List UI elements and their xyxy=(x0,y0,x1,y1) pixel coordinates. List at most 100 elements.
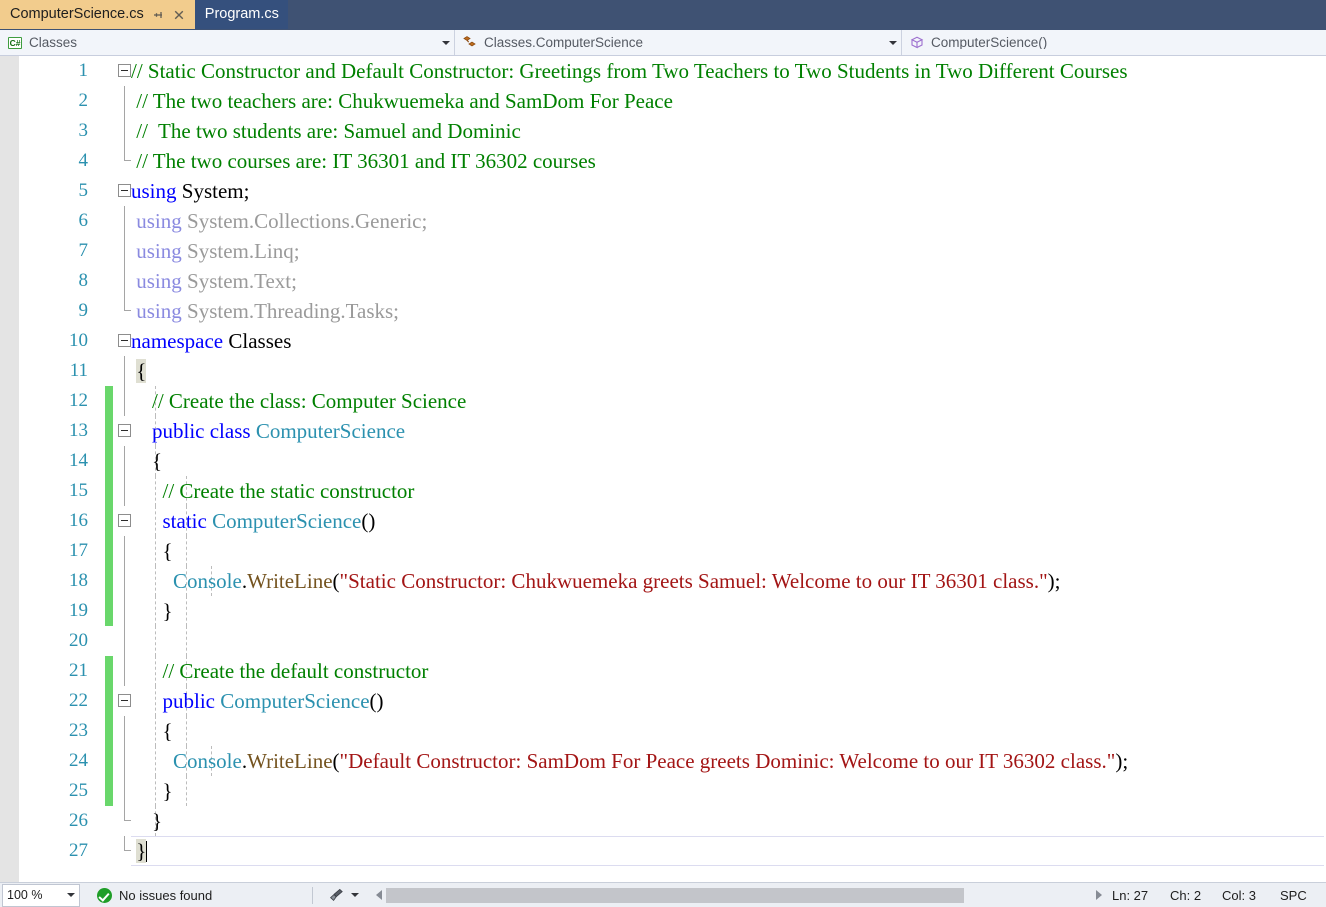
member-dropdown[interactable]: ComputerScience() xyxy=(902,30,1326,55)
outlining-margin[interactable] xyxy=(118,266,131,296)
scrollbar-track[interactable] xyxy=(386,887,1091,903)
code-line[interactable]: 22 public ComputerScience() xyxy=(0,686,1326,716)
outlining-margin[interactable] xyxy=(118,356,131,386)
code-text[interactable]: using System.Collections.Generic; xyxy=(131,206,1326,236)
code-line[interactable]: 13 public class ComputerScience xyxy=(0,416,1326,446)
outlining-margin[interactable] xyxy=(118,566,131,596)
code-cleanup-button[interactable] xyxy=(327,887,359,903)
code-text[interactable]: // Static Constructor and Default Constr… xyxy=(131,56,1326,86)
code-text[interactable]: using System.Linq; xyxy=(131,236,1326,266)
project-dropdown[interactable]: C# Classes xyxy=(0,30,455,55)
code-line[interactable]: 24 Console.WriteLine("Default Constructo… xyxy=(0,746,1326,776)
code-text[interactable]: // The two students are: Samuel and Domi… xyxy=(131,116,1326,146)
code-line[interactable]: 6 using System.Collections.Generic; xyxy=(0,206,1326,236)
code-text[interactable]: using System.Text; xyxy=(131,266,1326,296)
collapse-toggle-icon[interactable] xyxy=(118,694,131,707)
code-text[interactable]: // Create the static constructor xyxy=(131,476,1326,506)
chevron-down-icon[interactable] xyxy=(67,893,75,897)
code-text[interactable]: // The two courses are: IT 36301 and IT … xyxy=(131,146,1326,176)
code-text[interactable]: static ComputerScience() xyxy=(131,506,1326,536)
outlining-margin[interactable] xyxy=(118,596,131,626)
code-text[interactable]: { xyxy=(131,446,1326,476)
code-text[interactable]: } xyxy=(131,596,1326,626)
code-line[interactable]: 11 { xyxy=(0,356,1326,386)
code-line[interactable]: 16 static ComputerScience() xyxy=(0,506,1326,536)
pin-icon[interactable] xyxy=(151,8,165,22)
outlining-margin[interactable] xyxy=(118,806,131,836)
outlining-margin[interactable] xyxy=(118,536,131,566)
code-line[interactable]: 17 { xyxy=(0,536,1326,566)
tab-computerscience-cs[interactable]: ComputerScience.cs xyxy=(0,0,195,29)
code-line[interactable]: 23 { xyxy=(0,716,1326,746)
scrollbar-thumb[interactable] xyxy=(386,887,965,903)
code-editor[interactable]: 1 // Static Constructor and Default Const… xyxy=(0,56,1326,882)
code-text[interactable]: } xyxy=(131,806,1326,836)
code-line[interactable]: 1 // Static Constructor and Default Const… xyxy=(0,56,1326,86)
collapse-toggle-icon[interactable] xyxy=(118,514,131,527)
outlining-margin[interactable] xyxy=(118,236,131,266)
code-line[interactable]: 8 using System.Text; xyxy=(0,266,1326,296)
code-text[interactable]: { xyxy=(131,716,1326,746)
chevron-down-icon[interactable] xyxy=(351,893,359,897)
outlining-margin[interactable] xyxy=(118,656,131,686)
scroll-right-arrow-icon[interactable] xyxy=(1091,890,1106,900)
code-line[interactable]: 18 Console.WriteLine("Static Constructor… xyxy=(0,566,1326,596)
tab-program-cs[interactable]: Program.cs xyxy=(194,0,288,29)
outlining-margin[interactable] xyxy=(118,446,131,476)
outlining-margin[interactable] xyxy=(118,146,131,176)
code-text[interactable]: Console.WriteLine("Static Constructor: C… xyxy=(131,566,1326,596)
outlining-margin[interactable] xyxy=(118,206,131,236)
outlining-margin[interactable] xyxy=(118,116,131,146)
code-line[interactable]: 4 // The two courses are: IT 36301 and I… xyxy=(0,146,1326,176)
collapse-toggle-icon[interactable] xyxy=(118,334,131,347)
outlining-margin[interactable] xyxy=(118,326,131,356)
outlining-margin[interactable] xyxy=(118,416,131,446)
collapse-toggle-icon[interactable] xyxy=(118,184,131,197)
code-line[interactable]: 19 } xyxy=(0,596,1326,626)
code-line[interactable]: 15 // Create the static constructor xyxy=(0,476,1326,506)
code-text[interactable]: public class ComputerScience xyxy=(131,416,1326,446)
close-icon[interactable] xyxy=(172,8,186,22)
code-text[interactable]: using System; xyxy=(131,176,1326,206)
code-text[interactable] xyxy=(131,626,1326,656)
code-line[interactable]: 9 using System.Threading.Tasks; xyxy=(0,296,1326,326)
code-line[interactable]: 7 using System.Linq; xyxy=(0,236,1326,266)
code-line[interactable]: 25 } xyxy=(0,776,1326,806)
outlining-margin[interactable] xyxy=(118,86,131,116)
outlining-margin[interactable] xyxy=(118,626,131,656)
outlining-margin[interactable] xyxy=(118,56,131,86)
outlining-margin[interactable] xyxy=(118,836,131,866)
code-line[interactable]: 14 { xyxy=(0,446,1326,476)
outlining-margin[interactable] xyxy=(118,506,131,536)
code-text[interactable]: } xyxy=(131,776,1326,806)
collapse-toggle-icon[interactable] xyxy=(118,424,131,437)
code-line[interactable]: 12 // Create the class: Computer Science xyxy=(0,386,1326,416)
outlining-margin[interactable] xyxy=(118,176,131,206)
code-text[interactable]: // Create the default constructor xyxy=(131,656,1326,686)
scroll-left-arrow-icon[interactable] xyxy=(371,890,386,900)
code-line[interactable]: 26 } xyxy=(0,806,1326,836)
code-text[interactable]: using System.Threading.Tasks; xyxy=(131,296,1326,326)
zoom-level-dropdown[interactable]: 100 % xyxy=(2,883,80,907)
code-text[interactable]: { xyxy=(131,356,1326,386)
chevron-down-icon[interactable] xyxy=(438,40,454,45)
outlining-margin[interactable] xyxy=(118,716,131,746)
horizontal-scrollbar[interactable] xyxy=(371,887,1106,904)
code-text[interactable]: namespace Classes xyxy=(131,326,1326,356)
outlining-margin[interactable] xyxy=(118,296,131,326)
code-line[interactable]: 5 using System; xyxy=(0,176,1326,206)
code-line[interactable]: 20 xyxy=(0,626,1326,656)
code-text[interactable]: } xyxy=(131,836,1326,866)
code-text[interactable]: public ComputerScience() xyxy=(131,686,1326,716)
outlining-margin[interactable] xyxy=(118,686,131,716)
type-dropdown[interactable]: Classes.ComputerScience xyxy=(455,30,902,55)
code-text[interactable]: // The two teachers are: Chukwuemeka and… xyxy=(131,86,1326,116)
collapse-toggle-icon[interactable] xyxy=(118,64,131,77)
outlining-margin[interactable] xyxy=(118,746,131,776)
code-line[interactable]: 2 // The two teachers are: Chukwuemeka a… xyxy=(0,86,1326,116)
code-line[interactable]: 21 // Create the default constructor xyxy=(0,656,1326,686)
code-line[interactable]: 3 // The two students are: Samuel and Do… xyxy=(0,116,1326,146)
code-line[interactable]: 10 namespace Classes xyxy=(0,326,1326,356)
chevron-down-icon[interactable] xyxy=(885,40,901,45)
code-line[interactable]: 27 } xyxy=(0,836,1326,866)
